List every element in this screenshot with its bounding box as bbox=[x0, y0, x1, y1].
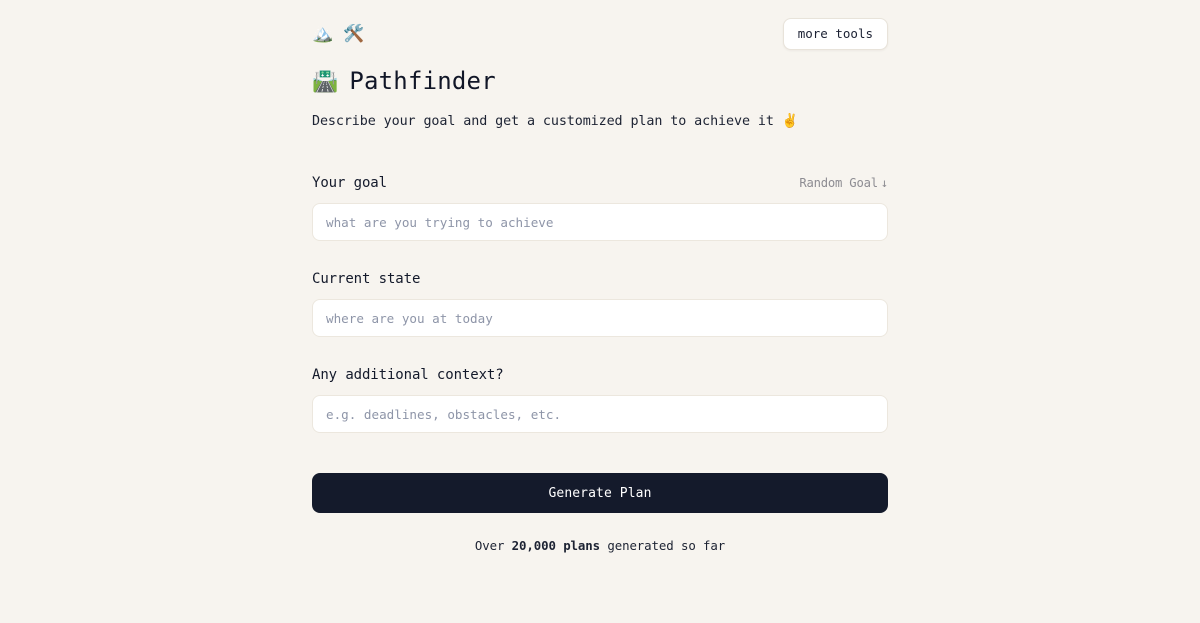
mountain-icon[interactable]: 🏔️ bbox=[312, 25, 333, 43]
goal-input[interactable] bbox=[312, 203, 888, 242]
field-your-goal: Your goal Random Goal ↓ bbox=[312, 175, 888, 242]
page-subtitle: Describe your goal and get a customized … bbox=[312, 113, 888, 130]
hammer-and-wrench-icon[interactable]: 🛠️ bbox=[343, 25, 364, 43]
victory-hand-icon: ✌️ bbox=[781, 114, 799, 129]
page-title-text: Pathfinder bbox=[349, 67, 496, 95]
counter-suffix: generated so far bbox=[600, 538, 726, 554]
plan-form: Your goal Random Goal↓ Current state Any… bbox=[312, 175, 888, 553]
current-state-input[interactable] bbox=[312, 299, 888, 338]
additional-context-input[interactable] bbox=[312, 395, 888, 434]
field-additional-context: Any additional context? bbox=[312, 367, 888, 434]
motorway-icon: 🛣️ bbox=[312, 68, 339, 93]
page-subtitle-text: Describe your goal and get a customized … bbox=[312, 114, 774, 129]
random-goal-label: Random Goal bbox=[799, 176, 878, 191]
additional-context-label: Any additional context? bbox=[312, 367, 504, 384]
random-goal-link[interactable]: Random Goal ↓ bbox=[799, 176, 888, 190]
tool-icon-group: 🏔️ 🛠️ bbox=[312, 25, 364, 43]
field-current-state: Current state bbox=[312, 271, 888, 338]
your-goal-label: Your goal bbox=[312, 175, 387, 192]
current-state-label: Current state bbox=[312, 271, 421, 288]
counter-prefix: Over bbox=[474, 538, 512, 554]
generate-plan-button[interactable]: Generate Plan bbox=[312, 473, 888, 514]
down-arrow-icon: ↓ bbox=[880, 176, 888, 191]
counter-highlight: 20,000 plans bbox=[511, 538, 600, 554]
field-header: Current state bbox=[312, 271, 888, 287]
app-page: 🏔️ 🛠️ more tools 🛣️ Pathfinder Describe … bbox=[0, 0, 1200, 623]
main-content: 🛣️ Pathfinder Describe your goal and get… bbox=[312, 66, 888, 553]
field-header: Any additional context? bbox=[312, 367, 888, 383]
field-header: Your goal Random Goal ↓ bbox=[312, 175, 888, 191]
plans-generated-counter: Over 20,000 plans generated so far bbox=[312, 538, 888, 553]
more-tools-button[interactable]: more tools bbox=[782, 18, 888, 50]
page-title: 🛣️ Pathfinder bbox=[312, 66, 888, 96]
topbar: 🏔️ 🛠️ more tools bbox=[312, 16, 888, 52]
